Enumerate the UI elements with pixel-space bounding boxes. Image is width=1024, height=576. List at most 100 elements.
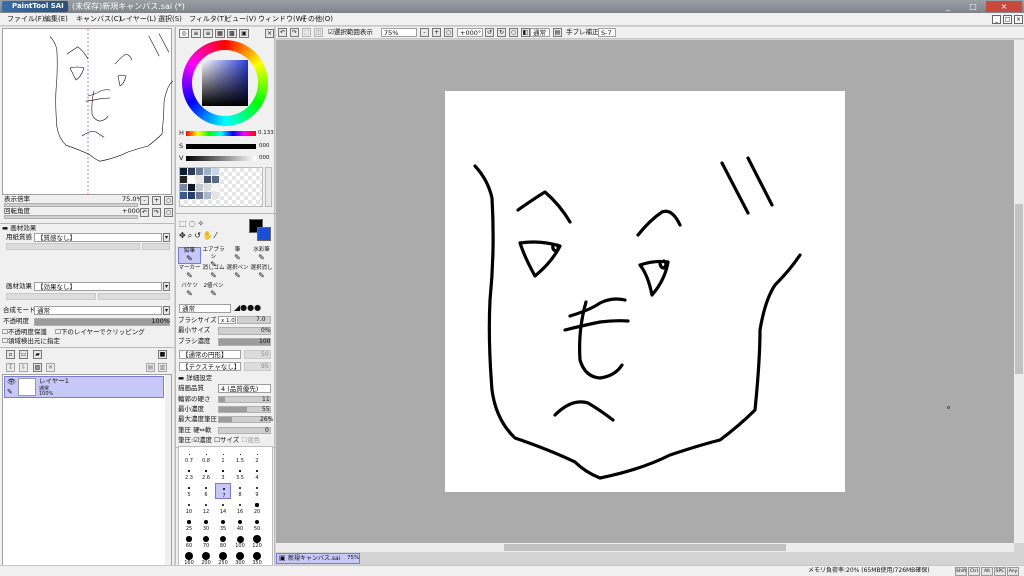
visibility-eye-icon[interactable]: 👁 bbox=[7, 378, 16, 387]
effect-select[interactable]: 【効果なし】 bbox=[34, 282, 162, 291]
color-swatch[interactable] bbox=[204, 168, 211, 175]
brush-shape-select[interactable]: 【通常の円形】 bbox=[179, 350, 241, 359]
size-preset[interactable]: 50 bbox=[249, 517, 265, 533]
size-preset[interactable]: 3.5 bbox=[232, 466, 248, 482]
scratchpad-icon[interactable]: ▣ bbox=[239, 29, 249, 38]
brush-tool-8[interactable]: 選択消し ✎ bbox=[250, 265, 273, 282]
color-wheel-icon[interactable]: ◎ bbox=[179, 29, 189, 38]
vertical-scroll-thumb[interactable] bbox=[1015, 204, 1023, 374]
color-swatch[interactable] bbox=[188, 192, 195, 199]
color-swatch[interactable] bbox=[188, 184, 195, 191]
menu-layer[interactable]: レイヤー(L) bbox=[116, 13, 159, 26]
transfer-down-icon[interactable]: ↧ bbox=[6, 363, 15, 372]
merge-visible-icon[interactable]: ▤ bbox=[146, 363, 155, 372]
texture-strength-slider[interactable] bbox=[6, 243, 140, 250]
size-preset[interactable]: 4 bbox=[249, 466, 265, 482]
size-preset[interactable]: 9 bbox=[249, 483, 265, 499]
rect-select-icon[interactable]: ⬚ bbox=[179, 219, 189, 228]
sv-square[interactable] bbox=[202, 60, 248, 106]
size-preset[interactable]: 0.8 bbox=[198, 449, 214, 465]
color-swatch[interactable] bbox=[180, 168, 187, 175]
size-preset[interactable]: 0.7 bbox=[181, 449, 197, 465]
lasso-icon[interactable]: ◌ bbox=[189, 219, 198, 228]
size-preset[interactable]: 16 bbox=[232, 500, 248, 516]
zoom-out-icon[interactable]: - bbox=[420, 28, 429, 37]
size-preset[interactable]: 10 bbox=[181, 500, 197, 516]
zoom-out-button[interactable]: - bbox=[140, 196, 149, 205]
preserve-opacity-checkbox[interactable]: ☐不透明度保護 bbox=[2, 328, 47, 337]
menu-select[interactable]: 選択(S) bbox=[155, 13, 185, 26]
stabilizer-select[interactable]: S-7 bbox=[598, 28, 616, 37]
menu-other[interactable]: その他(O) bbox=[298, 13, 336, 26]
size-preset[interactable]: 6 bbox=[198, 483, 214, 499]
brush-tool-2[interactable]: エアブラシ ✎ bbox=[202, 247, 225, 269]
vertical-scrollbar[interactable] bbox=[1014, 40, 1024, 543]
size-preset[interactable]: 80 bbox=[215, 534, 231, 550]
color-palette-icon[interactable]: ▦ bbox=[215, 29, 225, 38]
brush-tool-10[interactable]: 2値ペン ✎ bbox=[202, 283, 225, 300]
color-swatch[interactable] bbox=[180, 184, 187, 191]
eyedropper-icon[interactable]: ⁄ bbox=[215, 231, 218, 240]
texture-dropdown-icon[interactable]: ▾ bbox=[163, 233, 170, 242]
hue-slider[interactable] bbox=[186, 131, 256, 136]
view-mode-select[interactable]: 通常 bbox=[530, 28, 550, 37]
brush-tool-4[interactable]: 水彩筆 ✎ bbox=[250, 247, 273, 264]
panel-close-icon[interactable]: × bbox=[265, 29, 274, 38]
size-preset[interactable]: 120 bbox=[249, 534, 265, 550]
size-preset[interactable]: 40 bbox=[232, 517, 248, 533]
redo-icon[interactable]: ↷ bbox=[290, 28, 299, 37]
brush-size-multiplier[interactable]: x 1.0 bbox=[218, 316, 236, 324]
invert-selection-icon[interactable]: ◫ bbox=[314, 28, 323, 37]
brush-tool-9[interactable]: バケツ ✎ bbox=[178, 283, 201, 300]
value-slider[interactable] bbox=[186, 156, 256, 161]
brush-tool-5[interactable]: マーカー ✎ bbox=[178, 265, 201, 282]
merge-down-icon[interactable]: ⇩ bbox=[19, 363, 28, 372]
minimize-button[interactable]: _ bbox=[936, 1, 960, 12]
color-swatch[interactable] bbox=[204, 176, 211, 183]
color-swatch[interactable] bbox=[196, 184, 203, 191]
zoom-reset-button[interactable]: ○ bbox=[164, 196, 173, 205]
size-preset[interactable]: 2.6 bbox=[198, 466, 214, 482]
color-swatch[interactable] bbox=[204, 184, 211, 191]
mdi-restore-button[interactable]: □ bbox=[1003, 15, 1012, 24]
color-swatch[interactable] bbox=[180, 176, 187, 183]
hand-icon[interactable]: ✋ bbox=[203, 231, 215, 240]
selection-source-checkbox[interactable]: ☐領域検出元に指定 bbox=[2, 337, 60, 346]
horizontal-scrollbar[interactable] bbox=[276, 543, 1014, 552]
maximize-button[interactable]: □ bbox=[962, 1, 984, 12]
zoom-select[interactable]: 75% bbox=[381, 28, 417, 37]
zoom-in-button[interactable]: + bbox=[152, 196, 161, 205]
color-swatch[interactable] bbox=[212, 192, 219, 199]
effect-dropdown-icon[interactable]: ▾ bbox=[163, 282, 170, 291]
horizontal-scroll-thumb[interactable] bbox=[504, 544, 786, 551]
show-selection-checkbox[interactable]: ☑選択範囲表示 bbox=[328, 28, 373, 37]
size-preset[interactable]: 1.5 bbox=[232, 449, 248, 465]
color-swatch[interactable] bbox=[180, 192, 187, 199]
size-preset[interactable]: 1 bbox=[215, 449, 231, 465]
new-layer-icon[interactable]: ▫ bbox=[6, 350, 15, 359]
brush-tool-7[interactable]: 選択ペン ✎ bbox=[226, 265, 249, 282]
color-swatch[interactable] bbox=[212, 168, 219, 175]
size-preset[interactable]: 20 bbox=[249, 500, 265, 516]
color-swatch[interactable] bbox=[196, 176, 203, 183]
menu-edit[interactable]: 編集(E) bbox=[41, 13, 71, 26]
size-preset[interactable]: 35 bbox=[215, 517, 231, 533]
size-preset[interactable]: 14 bbox=[215, 500, 231, 516]
color-swatch[interactable] bbox=[212, 184, 219, 191]
drawing-canvas[interactable] bbox=[445, 91, 845, 492]
rotate-left-button[interactable]: ↶ bbox=[140, 208, 149, 217]
mixer-icon[interactable]: ▩ bbox=[227, 29, 237, 38]
close-button[interactable]: × bbox=[986, 1, 1022, 12]
clipping-checkbox[interactable]: ☐下のレイヤーでクリッピング bbox=[55, 328, 145, 337]
size-preset[interactable]: 3 bbox=[215, 466, 231, 482]
brush-tip-shapes[interactable]: ◢●●● bbox=[234, 303, 261, 312]
rgb-slider-icon[interactable]: ≡ bbox=[191, 29, 201, 38]
size-preset[interactable]: 100 bbox=[232, 534, 248, 550]
quality-select[interactable]: 4 (品質優先) bbox=[218, 384, 271, 393]
blend-dropdown-icon[interactable]: ▾ bbox=[163, 306, 170, 315]
move-icon[interactable]: ✥ bbox=[179, 231, 188, 240]
size-preset[interactable]: 7 bbox=[215, 483, 231, 499]
new-folder-icon[interactable]: ▰ bbox=[33, 350, 42, 359]
mdi-close-button[interactable]: × bbox=[1014, 15, 1023, 24]
color-swatch[interactable] bbox=[188, 176, 195, 183]
